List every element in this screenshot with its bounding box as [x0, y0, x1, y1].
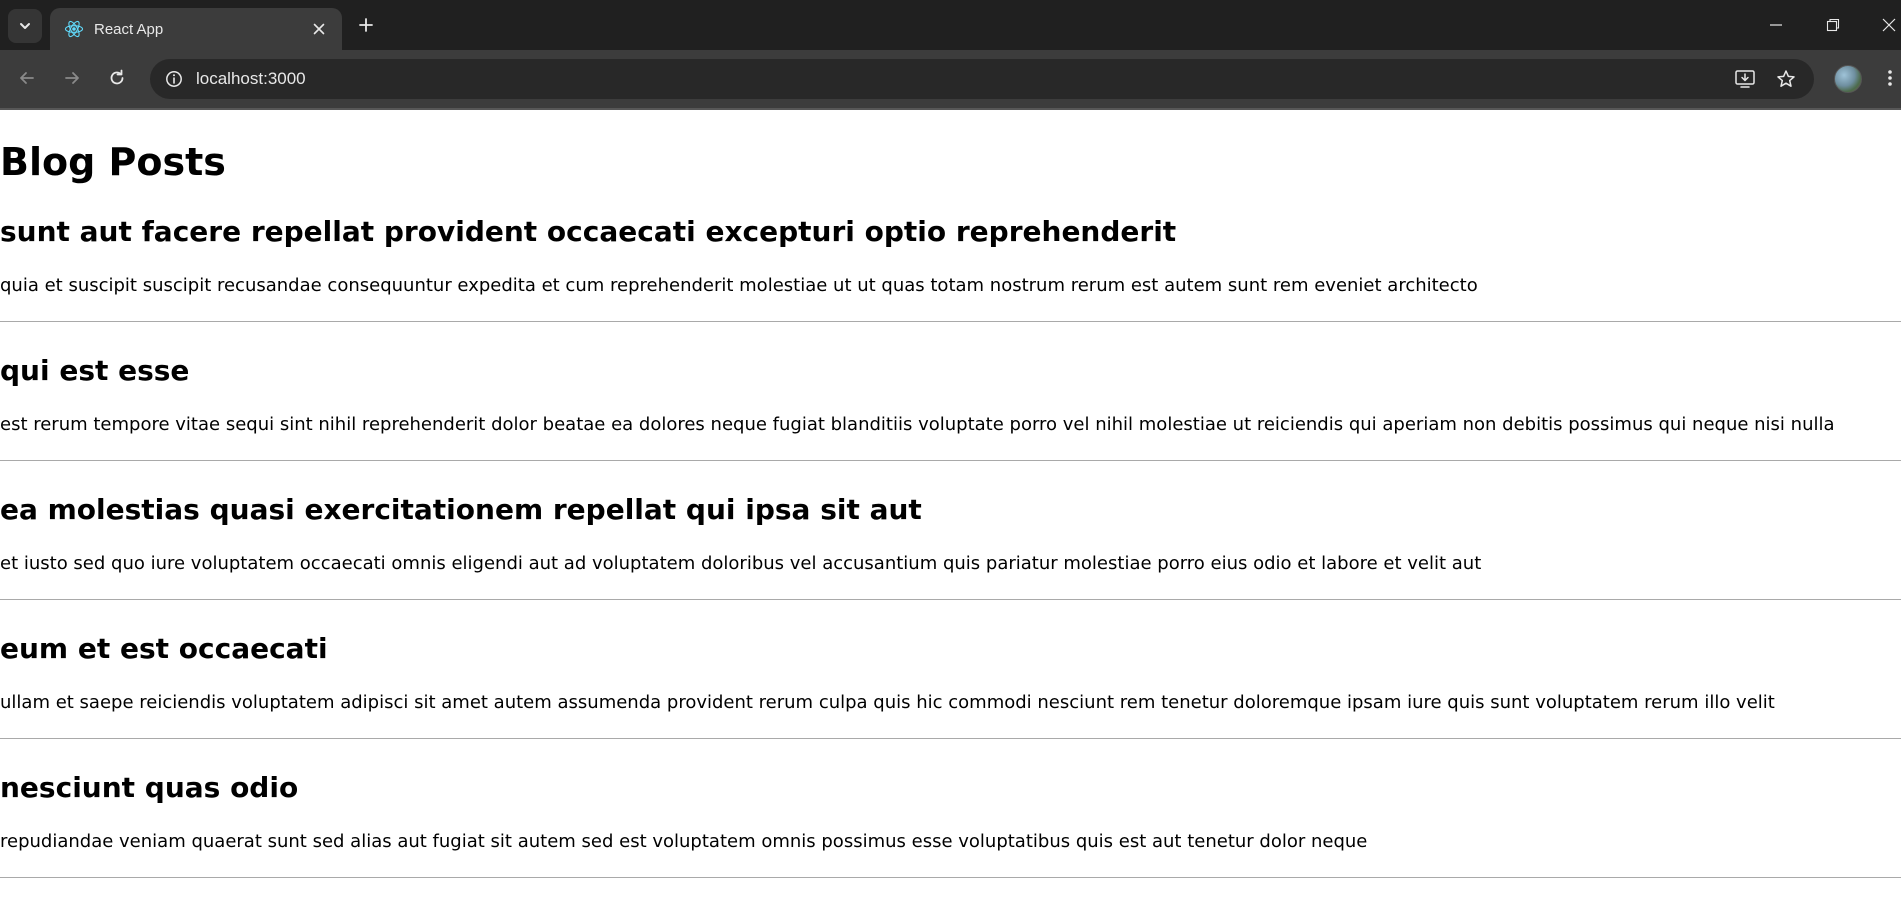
close-icon	[1882, 18, 1896, 32]
post-title: sunt aut facere repellat provident occae…	[0, 215, 1177, 248]
install-app-icon[interactable]	[1733, 67, 1757, 91]
post-divider	[0, 460, 1901, 461]
post-title: qui est esse	[0, 354, 190, 387]
tab-strip: React App	[0, 0, 1901, 50]
post-item: sunt aut facere repellat provident occae…	[0, 215, 1901, 354]
url-text[interactable]: localhost:3000	[196, 69, 306, 89]
arrow-right-icon	[65, 72, 79, 84]
plus-icon	[359, 18, 373, 32]
back-button[interactable]	[13, 64, 41, 92]
post-divider	[0, 877, 1901, 878]
forward-button[interactable]	[58, 64, 86, 92]
post-title: nesciunt quas odio	[0, 771, 299, 804]
post-item: ea molestias quasi exercitationem repell…	[0, 493, 1901, 632]
kebab-menu-icon[interactable]	[1882, 64, 1898, 92]
browser-chrome: React App localhost:3000	[0, 0, 1901, 110]
post-divider	[0, 321, 1901, 322]
post-body: quia et suscipit suscipit recusandae con…	[0, 275, 1478, 296]
star-icon[interactable]	[1774, 67, 1798, 91]
page-content: Blog Posts sunt aut facere repellat prov…	[0, 110, 1901, 894]
tab-title: React App	[94, 20, 164, 38]
tab-search-button[interactable]	[8, 9, 42, 43]
post-body: est rerum tempore vitae sequi sint nihil…	[0, 414, 1835, 435]
reload-icon	[110, 69, 124, 85]
close-icon[interactable]	[308, 18, 330, 40]
profile-avatar[interactable]	[1834, 65, 1862, 93]
tab-react-app[interactable]: React App	[50, 8, 342, 50]
post-title: eum et est occaecati	[0, 632, 328, 665]
page-title: Blog Posts	[0, 140, 226, 184]
post-divider	[0, 738, 1901, 739]
address-bar[interactable]: localhost:3000	[150, 59, 1814, 99]
restore-button[interactable]	[1821, 13, 1845, 37]
post-body: ullam et saepe reiciendis voluptatem adi…	[0, 692, 1775, 713]
post-divider	[0, 599, 1901, 600]
restore-icon	[1826, 18, 1840, 32]
post-body: repudiandae veniam quaerat sunt sed alia…	[0, 831, 1368, 852]
browser-toolbar: localhost:3000	[0, 50, 1901, 108]
minimize-icon	[1770, 24, 1782, 26]
post-item: nesciunt quas odio repudiandae veniam qu…	[0, 771, 1901, 910]
close-window-button[interactable]	[1877, 13, 1901, 37]
arrow-left-icon	[20, 72, 34, 84]
react-icon	[64, 19, 84, 39]
minimize-button[interactable]	[1764, 13, 1788, 37]
chevron-down-icon	[20, 23, 30, 29]
post-item: qui est esse est rerum tempore vitae seq…	[0, 354, 1901, 493]
post-item: eum et est occaecati ullam et saepe reic…	[0, 632, 1901, 771]
post-body: et iusto sed quo iure voluptatem occaeca…	[0, 553, 1482, 574]
reload-button[interactable]	[103, 64, 131, 92]
post-title: ea molestias quasi exercitationem repell…	[0, 493, 922, 526]
info-icon[interactable]	[162, 67, 186, 91]
new-tab-button[interactable]	[354, 13, 378, 37]
